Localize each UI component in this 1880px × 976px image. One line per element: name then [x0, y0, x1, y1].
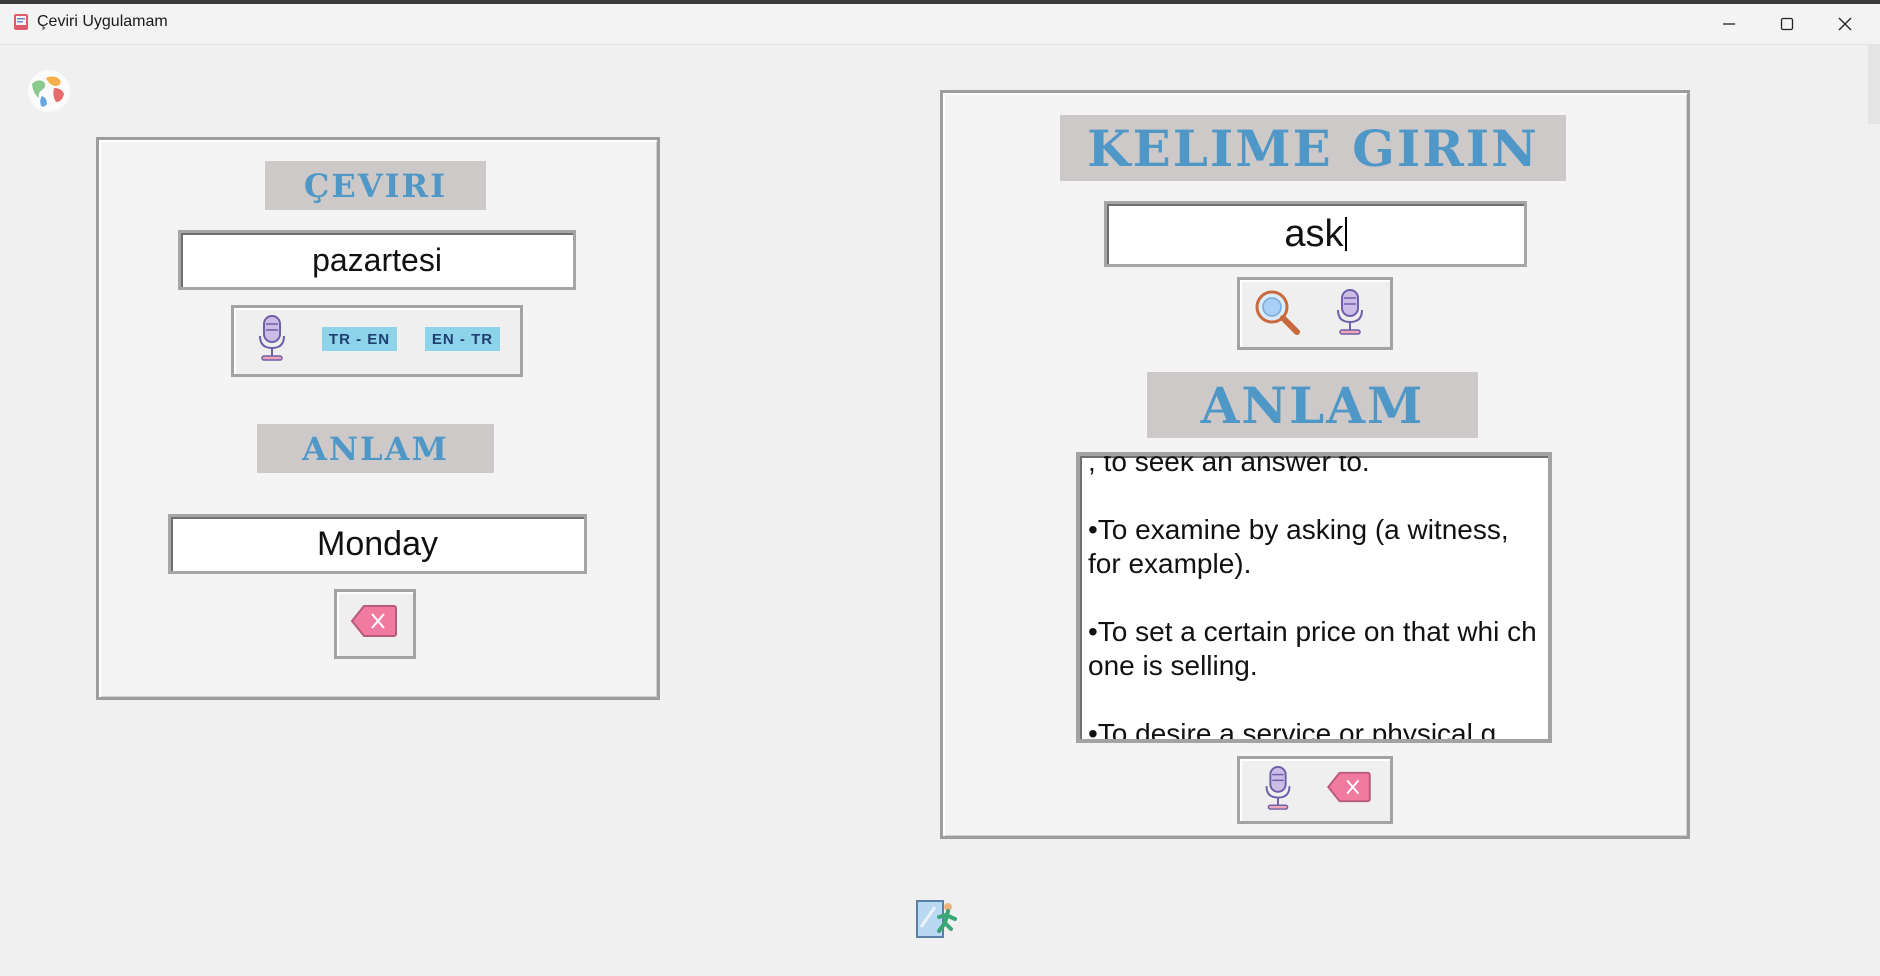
meaning-line: •To examine by asking (a witness, for ex… [1088, 514, 1509, 579]
window-title: Çeviri Uygulamam [37, 13, 168, 30]
word-input-value: ask [1284, 212, 1344, 255]
backspace-icon[interactable] [350, 603, 398, 639]
tr-en-button[interactable]: TR - EN [322, 327, 397, 351]
meaning-textarea[interactable]: , to seek an answer to. •To examine by a… [1076, 452, 1552, 743]
meaning-line: •To desire a service or physical g [1088, 718, 1497, 743]
translate-input[interactable]: pazartesi [178, 230, 576, 290]
maximize-button[interactable] [1758, 4, 1816, 44]
text-caret [1344, 217, 1347, 251]
close-icon [1838, 17, 1852, 31]
microphone-icon[interactable] [1260, 765, 1296, 811]
kelime-girin-label: KELIME GIRIN [1060, 115, 1566, 181]
meaning-line: •To set a certain price on that whi ch o… [1088, 616, 1537, 681]
minimize-button[interactable] [1700, 4, 1758, 44]
en-tr-button[interactable]: EN - TR [425, 327, 500, 351]
ceviri-label: ÇEVIRI [265, 161, 486, 210]
anlam-label: ANLAM [1147, 372, 1478, 438]
maximize-icon [1780, 17, 1794, 31]
close-button[interactable] [1816, 4, 1874, 44]
microphone-icon[interactable] [254, 314, 290, 362]
scrollbar-edge[interactable] [1868, 44, 1880, 124]
app-icon [14, 14, 28, 30]
magnifier-icon[interactable] [1253, 288, 1301, 336]
meaning-text: , to seek an answer to. •To examine by a… [1088, 452, 1540, 743]
title-bar: Çeviri Uygulamam [0, 4, 1880, 45]
exit-icon[interactable] [915, 897, 961, 941]
translation-output[interactable]: Monday [168, 514, 587, 574]
meaning-line: , to seek an answer to. [1088, 452, 1370, 477]
minimize-icon [1723, 23, 1735, 25]
microphone-icon[interactable] [1332, 288, 1368, 336]
world-map-icon [28, 70, 70, 112]
backspace-icon[interactable] [1326, 770, 1372, 804]
anlam-label: ANLAM [257, 424, 494, 473]
word-input[interactable]: ask [1104, 201, 1527, 267]
